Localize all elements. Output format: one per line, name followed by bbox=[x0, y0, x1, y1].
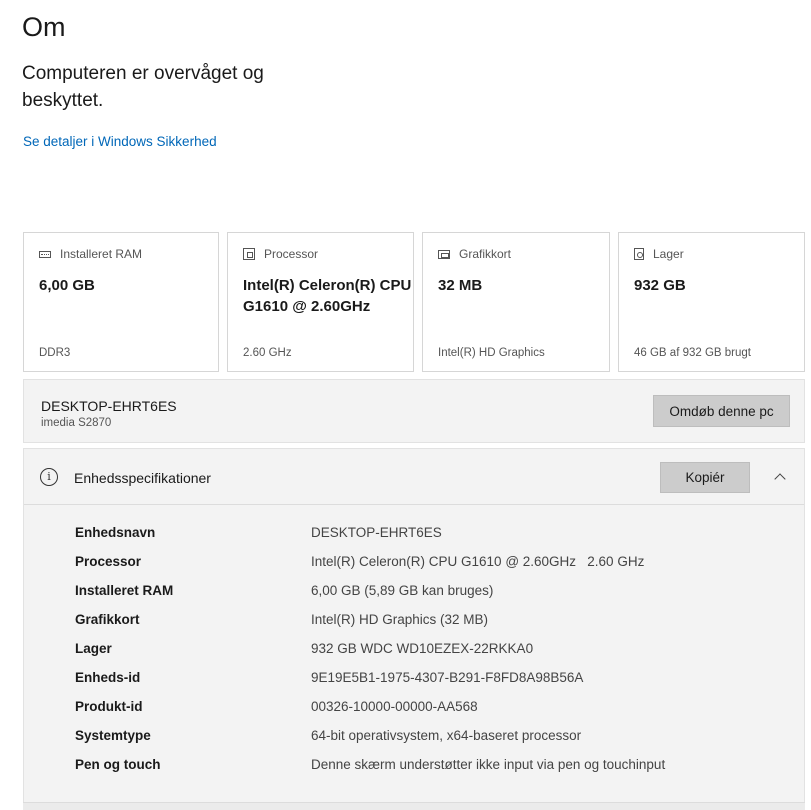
spec-label: Systemtype bbox=[75, 728, 151, 743]
chevron-up-icon[interactable] bbox=[772, 469, 788, 485]
info-icon: i bbox=[40, 468, 58, 486]
card-value: 932 GB bbox=[634, 277, 686, 294]
card-value: 32 MB bbox=[438, 277, 483, 294]
spec-value: DESKTOP-EHRT6ES bbox=[311, 525, 442, 540]
spec-label: Enhedsnavn bbox=[75, 525, 156, 540]
processor-icon bbox=[243, 248, 255, 260]
spec-row-storage: Lager 932 GB WDC WD10EZEX-22RKKA0 bbox=[75, 641, 775, 670]
card-label: Processor bbox=[264, 247, 319, 261]
spec-label: Lager bbox=[75, 641, 112, 656]
spec-value: Intel(R) HD Graphics (32 MB) bbox=[311, 612, 489, 627]
spec-label: Enheds-id bbox=[75, 670, 141, 685]
windows-security-link[interactable]: Se detaljer i Windows Sikkerhed bbox=[23, 134, 217, 149]
card-label: Lager bbox=[653, 247, 684, 261]
copy-specs-button[interactable]: Kopiér bbox=[660, 462, 750, 493]
card-value: 6,00 GB bbox=[39, 277, 95, 294]
spec-value: Intel(R) Celeron(R) CPU G1610 @ 2.60GHz … bbox=[311, 554, 645, 569]
pc-name-panel: DESKTOP-EHRT6ES imedia S2870 Omdøb denne… bbox=[23, 379, 805, 443]
spec-value: 9E19E5B1-1975-4307-B291-F8FD8A98B56A bbox=[311, 670, 584, 685]
spec-label: Pen og touch bbox=[75, 757, 161, 772]
card-label: Grafikkort bbox=[459, 247, 512, 261]
pc-model: imedia S2870 bbox=[41, 417, 112, 429]
spec-value: 6,00 GB (5,89 GB kan bruges) bbox=[311, 583, 494, 598]
device-specifications-header[interactable]: i Enhedsspecifikationer Kopiér bbox=[24, 449, 804, 505]
security-status-text: Computeren er overvåget og beskyttet. bbox=[22, 63, 264, 111]
spec-value: Denne skærm understøtter ikke input via … bbox=[311, 757, 666, 772]
spec-rows: Enhedsnavn DESKTOP-EHRT6ES Processor Int… bbox=[75, 525, 775, 786]
rename-pc-button[interactable]: Omdøb denne pc bbox=[653, 395, 790, 427]
spec-label: Grafikkort bbox=[75, 612, 140, 627]
card-installed-ram: Installeret RAM 6,00 GB DDR3 bbox=[23, 232, 219, 372]
spec-label: Produkt-id bbox=[75, 699, 143, 714]
spec-value: 932 GB WDC WD10EZEX-22RKKA0 bbox=[311, 641, 534, 656]
storage-icon bbox=[634, 248, 644, 260]
card-footer: DDR3 bbox=[39, 347, 71, 359]
card-footer: 2.60 GHz bbox=[243, 347, 292, 359]
spec-row-graphics-card: Grafikkort Intel(R) HD Graphics (32 MB) bbox=[75, 612, 775, 641]
spec-row-device-id: Enheds-id 9E19E5B1-1975-4307-B291-F8FD8A… bbox=[75, 670, 775, 699]
card-processor: Processor Intel(R) Celeron(R) CPU G1610 … bbox=[227, 232, 414, 372]
page-title: Om bbox=[22, 12, 66, 42]
spec-row-system-type: Systemtype 64-bit operativsystem, x64-ba… bbox=[75, 728, 775, 757]
card-footer: 46 GB af 932 GB brugt bbox=[634, 347, 751, 359]
next-panel-edge bbox=[23, 802, 805, 810]
spec-value: 00326-10000-00000-AA568 bbox=[311, 699, 478, 714]
spec-row-installed-ram: Installeret RAM 6,00 GB (5,89 GB kan bru… bbox=[75, 583, 775, 612]
ram-icon bbox=[39, 251, 51, 258]
spec-row-pen-and-touch: Pen og touch Denne skærm understøtter ik… bbox=[75, 757, 775, 786]
spec-label: Processor bbox=[75, 554, 142, 569]
spec-row-device-name: Enhedsnavn DESKTOP-EHRT6ES bbox=[75, 525, 775, 554]
card-graphics: Grafikkort 32 MB Intel(R) HD Graphics bbox=[422, 232, 610, 372]
card-value: Intel(R) Celeron(R) CPU G1610 @ 2.60GHz bbox=[243, 277, 412, 315]
spec-row-processor: Processor Intel(R) Celeron(R) CPU G1610 … bbox=[75, 554, 775, 583]
card-storage: Lager 932 GB 46 GB af 932 GB brugt bbox=[618, 232, 805, 372]
pc-name: DESKTOP-EHRT6ES bbox=[41, 398, 177, 414]
hardware-summary-cards: Installeret RAM 6,00 GB DDR3 Processor I… bbox=[23, 232, 811, 372]
spec-value: 64-bit operativsystem, x64-baseret proce… bbox=[311, 728, 582, 743]
spec-label: Installeret RAM bbox=[75, 583, 174, 598]
graphics-card-icon bbox=[438, 249, 450, 259]
device-specifications-panel: i Enhedsspecifikationer Kopiér Enhedsnav… bbox=[23, 448, 805, 810]
card-label: Installeret RAM bbox=[60, 247, 143, 261]
card-footer: Intel(R) HD Graphics bbox=[438, 347, 545, 359]
spec-row-product-id: Produkt-id 00326-10000-00000-AA568 bbox=[75, 699, 775, 728]
device-specifications-title: Enhedsspecifikationer bbox=[74, 470, 211, 486]
